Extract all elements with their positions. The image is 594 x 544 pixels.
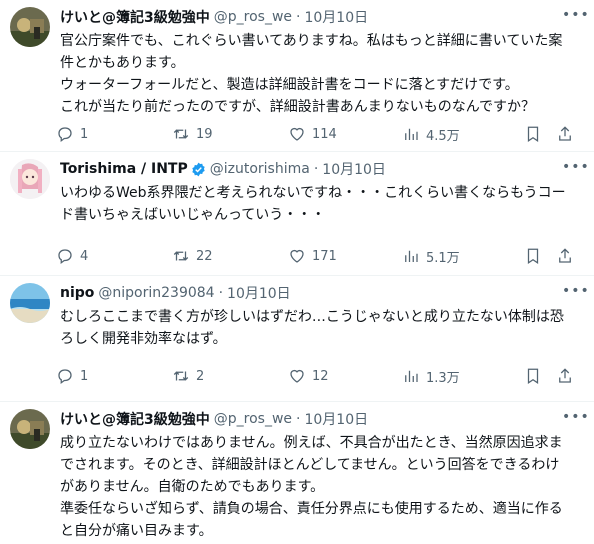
views-chart-icon — [405, 370, 418, 382]
tweet-header: Torishima / INTP @izutorishima · 10月10日 — [60, 159, 564, 179]
avatar-keito[interactable] — [10, 7, 50, 47]
retweet-icon — [173, 251, 189, 261]
bookmark-icon — [527, 368, 539, 384]
reply-count: 4 — [80, 248, 89, 264]
heart-icon — [290, 127, 304, 141]
tweet-text: 成り立たないわけではありません。例えば、不具合が出たとき、当然原因追求までされま… — [60, 435, 563, 539]
avatar-torishima[interactable] — [10, 159, 50, 199]
reply-icon — [58, 249, 72, 265]
share-icon — [559, 126, 571, 141]
tweet-2[interactable]: Torishima / INTP @izutorishima · 10月10日 … — [0, 152, 594, 276]
more-options-icon[interactable]: ••• — [562, 284, 589, 299]
like-button[interactable]: 114 — [288, 125, 337, 143]
separator-dot: · — [296, 411, 301, 427]
like-count: 12 — [312, 368, 329, 384]
tweet-text: むしろここまで書く方が珍しいはずだわ…こうじゃないと成り立たない体制は恐ろしく開… — [60, 309, 564, 347]
avatar-keito[interactable] — [10, 409, 50, 449]
verified-badge-icon — [191, 162, 206, 177]
reply-count: 1 — [80, 126, 89, 142]
retweet-button[interactable]: 22 — [172, 247, 213, 265]
heart-icon — [290, 369, 304, 383]
tweet-date[interactable]: 10月10日 — [322, 159, 386, 179]
share-icon — [559, 248, 571, 263]
tweet-actions: 1 19 114 4.5万 — [56, 124, 582, 144]
tweet-header: けいと@簿記3級勉強中 @p_ros_we · 10月10日 — [60, 7, 564, 27]
display-name[interactable]: nipo — [60, 285, 94, 301]
tweet-date[interactable]: 10月10日 — [304, 7, 368, 27]
separator-dot: · — [296, 9, 301, 25]
tweet-header: けいと@簿記3級勉強中 @p_ros_we · 10月10日 — [60, 409, 564, 429]
views-button[interactable]: 1.3万 — [402, 367, 460, 386]
share-icon — [559, 368, 571, 383]
tweet-3[interactable]: nipo @niporin239084 · 10月10日 ••• むしろここまで… — [0, 276, 594, 402]
tweet-header: nipo @niporin239084 · 10月10日 — [60, 283, 564, 303]
retweet-count: 2 — [196, 368, 205, 384]
display-name[interactable]: けいと@簿記3級勉強中 — [60, 409, 210, 429]
separator-dot: · — [313, 161, 319, 177]
tweet-1[interactable]: けいと@簿記3級勉強中 @p_ros_we · 10月10日 ••• 官公庁案件… — [0, 0, 594, 152]
tweet-4[interactable]: けいと@簿記3級勉強中 @p_ros_we · 10月10日 ••• 成り立たな… — [0, 402, 594, 544]
user-handle[interactable]: @p_ros_we — [214, 411, 292, 427]
heart-icon — [290, 249, 304, 263]
like-button[interactable]: 12 — [288, 367, 329, 385]
display-name[interactable]: けいと@簿記3級勉強中 — [60, 7, 210, 27]
bookmark-icon — [527, 126, 539, 142]
user-handle[interactable]: @p_ros_we — [214, 9, 292, 25]
reply-icon — [58, 127, 72, 143]
tweet-text: 官公庁案件でも、これぐらい書いてありますね。私はもっと詳細に書いていた案件とかも… — [60, 33, 563, 115]
share-button[interactable] — [556, 247, 574, 265]
share-button[interactable] — [556, 125, 574, 143]
retweet-button[interactable]: 2 — [172, 367, 204, 385]
tweet-date[interactable]: 10月10日 — [304, 409, 368, 429]
view-count: 5.1万 — [426, 250, 460, 266]
reply-button[interactable]: 4 — [56, 247, 88, 265]
display-name[interactable]: Torishima / INTP — [60, 161, 188, 177]
views-chart-icon — [405, 250, 418, 262]
retweet-icon — [173, 129, 189, 139]
like-count: 114 — [312, 126, 337, 142]
tweet-date[interactable]: 10月10日 — [227, 283, 291, 303]
more-options-icon[interactable]: ••• — [562, 160, 589, 175]
tweet-actions: 1 2 12 1.3万 — [56, 366, 582, 386]
avatar-nipo[interactable] — [10, 283, 50, 323]
reply-icon — [58, 369, 72, 385]
user-handle[interactable]: @niporin239084 — [98, 285, 214, 301]
separator-dot: · — [218, 285, 224, 301]
reply-button[interactable]: 1 — [56, 125, 88, 143]
view-count: 4.5万 — [426, 128, 460, 144]
tweet-actions: 4 22 171 5.1万 — [56, 246, 582, 266]
bookmark-button[interactable] — [524, 367, 542, 385]
view-count: 1.3万 — [426, 370, 460, 386]
bookmark-icon — [527, 248, 539, 264]
more-options-icon[interactable]: ••• — [562, 8, 589, 23]
retweet-count: 19 — [196, 126, 213, 142]
user-handle[interactable]: @izutorishima — [210, 161, 310, 177]
retweet-icon — [173, 371, 189, 381]
views-button[interactable]: 4.5万 — [402, 125, 460, 144]
tweet-text: いわゆるWeb系界隈だと考えられないですね・・・これくらい書くならもうコード書い… — [60, 185, 566, 223]
bookmark-button[interactable] — [524, 247, 542, 265]
reply-button[interactable]: 1 — [56, 367, 88, 385]
like-button[interactable]: 171 — [288, 247, 337, 265]
views-chart-icon — [405, 128, 418, 140]
share-button[interactable] — [556, 367, 574, 385]
like-count: 171 — [312, 248, 337, 264]
reply-count: 1 — [80, 368, 89, 384]
retweet-count: 22 — [196, 248, 213, 264]
bookmark-button[interactable] — [524, 125, 542, 143]
more-options-icon[interactable]: ••• — [562, 410, 589, 425]
retweet-button[interactable]: 19 — [172, 125, 213, 143]
views-button[interactable]: 5.1万 — [402, 247, 460, 266]
